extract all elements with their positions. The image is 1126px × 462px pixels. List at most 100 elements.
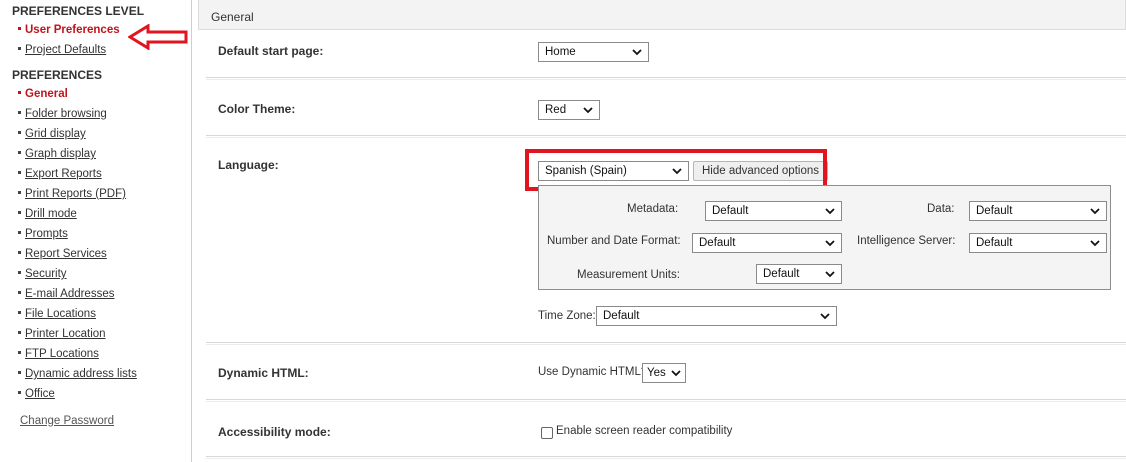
sidebar-item-label: Print Reports (PDF) <box>25 188 126 200</box>
bullet-icon <box>18 171 21 175</box>
advanced-language-options: Metadata: Default Data: Default Number a… <box>538 185 1111 290</box>
preferences-sidebar: PREFERENCES LEVEL User Preferences Proje… <box>0 0 192 462</box>
number-date-format-label: Number and Date Format: <box>547 235 681 247</box>
sidebar-item-drill-mode[interactable]: Drill mode <box>18 208 77 220</box>
sidebar-item-label: Folder browsing <box>25 108 107 120</box>
sidebar-item-grid-display[interactable]: Grid display <box>18 128 86 140</box>
chevron-down-icon <box>583 107 593 114</box>
chevron-down-icon <box>1090 240 1100 247</box>
sidebar-item-office[interactable]: Office <box>18 388 55 400</box>
bullet-icon <box>18 91 21 95</box>
sidebar-item-label: Graph display <box>25 148 96 160</box>
sidebar-item-project-defaults[interactable]: Project Defaults <box>18 44 106 56</box>
data-label: Data: <box>927 203 955 215</box>
select-value: Default <box>976 205 1013 217</box>
bullet-icon <box>18 131 21 135</box>
bullet-icon <box>18 371 21 375</box>
accessibility-mode-label: Accessibility mode: <box>218 425 331 439</box>
select-value: Yes <box>647 367 666 379</box>
sidebar-item-dynamic-address-lists[interactable]: Dynamic address lists <box>18 368 137 380</box>
sidebar-item-label: File Locations <box>25 308 96 320</box>
section-header: General <box>198 0 1126 30</box>
time-zone-select[interactable]: Default <box>596 306 837 326</box>
sidebar-item-label: Project Defaults <box>25 44 107 56</box>
intelligence-server-label: Intelligence Server: <box>857 235 956 247</box>
change-password-link[interactable]: Change Password <box>20 415 114 427</box>
row-divider <box>206 77 1126 80</box>
section-title: General <box>211 10 254 24</box>
default-start-page-label: Default start page: <box>218 44 324 58</box>
row-divider <box>206 342 1126 345</box>
intelligence-server-select[interactable]: Default <box>969 233 1107 253</box>
bullet-icon <box>18 191 21 195</box>
number-date-format-select[interactable]: Default <box>692 233 842 253</box>
default-start-page-select[interactable]: Home <box>538 42 649 62</box>
chevron-down-icon <box>825 240 835 247</box>
measurement-units-label: Measurement Units: <box>577 269 680 281</box>
sidebar-item-label: Printer Location <box>25 328 106 340</box>
sidebar-item-user-preferences[interactable]: User Preferences <box>18 24 120 36</box>
use-dynamic-html-label: Use Dynamic HTML? <box>538 366 648 378</box>
select-value: Default <box>976 237 1013 249</box>
row-divider <box>206 399 1126 402</box>
bullet-icon <box>18 291 21 295</box>
sidebar-item-printer-location[interactable]: Printer Location <box>18 328 106 340</box>
select-value: Default <box>763 268 800 280</box>
bullet-icon <box>18 271 21 275</box>
sidebar-item-graph-display[interactable]: Graph display <box>18 148 96 160</box>
preferences-level-heading: PREFERENCES LEVEL <box>12 4 145 18</box>
sidebar-item-label: Report Services <box>25 248 107 260</box>
color-theme-label: Color Theme: <box>218 102 296 116</box>
sidebar-item-folder-browsing[interactable]: Folder browsing <box>18 108 107 120</box>
color-theme-select[interactable]: Red <box>538 100 600 120</box>
preferences-heading: PREFERENCES <box>12 68 103 82</box>
dynamic-html-select[interactable]: Yes <box>642 363 686 383</box>
select-value: Red <box>545 104 567 116</box>
bullet-icon <box>18 311 21 315</box>
sidebar-item-label: Office <box>25 388 55 400</box>
bullet-icon <box>18 27 21 31</box>
sidebar-item-label: Dynamic address lists <box>25 368 137 380</box>
chevron-down-icon <box>825 271 835 278</box>
sidebar-item-general[interactable]: General <box>18 88 68 100</box>
sidebar-item-file-locations[interactable]: File Locations <box>18 308 96 320</box>
sidebar-item-ftp-locations[interactable]: FTP Locations <box>18 348 99 360</box>
bullet-icon <box>18 351 21 355</box>
arrow-left-icon <box>128 24 188 50</box>
chevron-down-icon <box>825 208 835 215</box>
row-divider <box>206 456 1126 459</box>
dynamic-html-label: Dynamic HTML: <box>218 366 309 380</box>
bullet-icon <box>18 251 21 255</box>
sidebar-item-email-addresses[interactable]: E-mail Addresses <box>18 288 114 300</box>
screen-reader-label: Enable screen reader compatibility <box>556 425 733 437</box>
metadata-select[interactable]: Default <box>705 201 842 221</box>
bullet-icon <box>18 151 21 155</box>
chevron-down-icon <box>1090 208 1100 215</box>
sidebar-item-label: Security <box>25 268 67 280</box>
chevron-down-icon <box>820 313 830 320</box>
sidebar-item-label: General <box>25 88 68 100</box>
language-label: Language: <box>218 158 279 172</box>
data-select[interactable]: Default <box>969 201 1107 221</box>
sidebar-item-label: Grid display <box>25 128 86 140</box>
select-value: Default <box>712 205 749 217</box>
select-value: Home <box>545 46 576 58</box>
sidebar-item-security[interactable]: Security <box>18 268 67 280</box>
sidebar-item-report-services[interactable]: Report Services <box>18 248 107 260</box>
sidebar-item-print-reports[interactable]: Print Reports (PDF) <box>18 188 126 200</box>
select-value: Default <box>603 310 640 322</box>
sidebar-item-export-reports[interactable]: Export Reports <box>18 168 102 180</box>
bullet-icon <box>18 111 21 115</box>
sidebar-item-label: FTP Locations <box>25 348 99 360</box>
sidebar-item-label: E-mail Addresses <box>25 288 115 300</box>
screen-reader-checkbox[interactable] <box>541 427 553 439</box>
time-zone-label: Time Zone: <box>538 310 596 322</box>
bullet-icon <box>18 211 21 215</box>
bullet-icon <box>18 391 21 395</box>
chevron-down-icon <box>632 49 642 56</box>
sidebar-item-prompts[interactable]: Prompts <box>18 228 68 240</box>
sidebar-item-label: User Preferences <box>25 24 120 36</box>
measurement-units-select[interactable]: Default <box>756 264 842 284</box>
select-value: Default <box>699 237 736 249</box>
row-divider <box>206 135 1126 138</box>
